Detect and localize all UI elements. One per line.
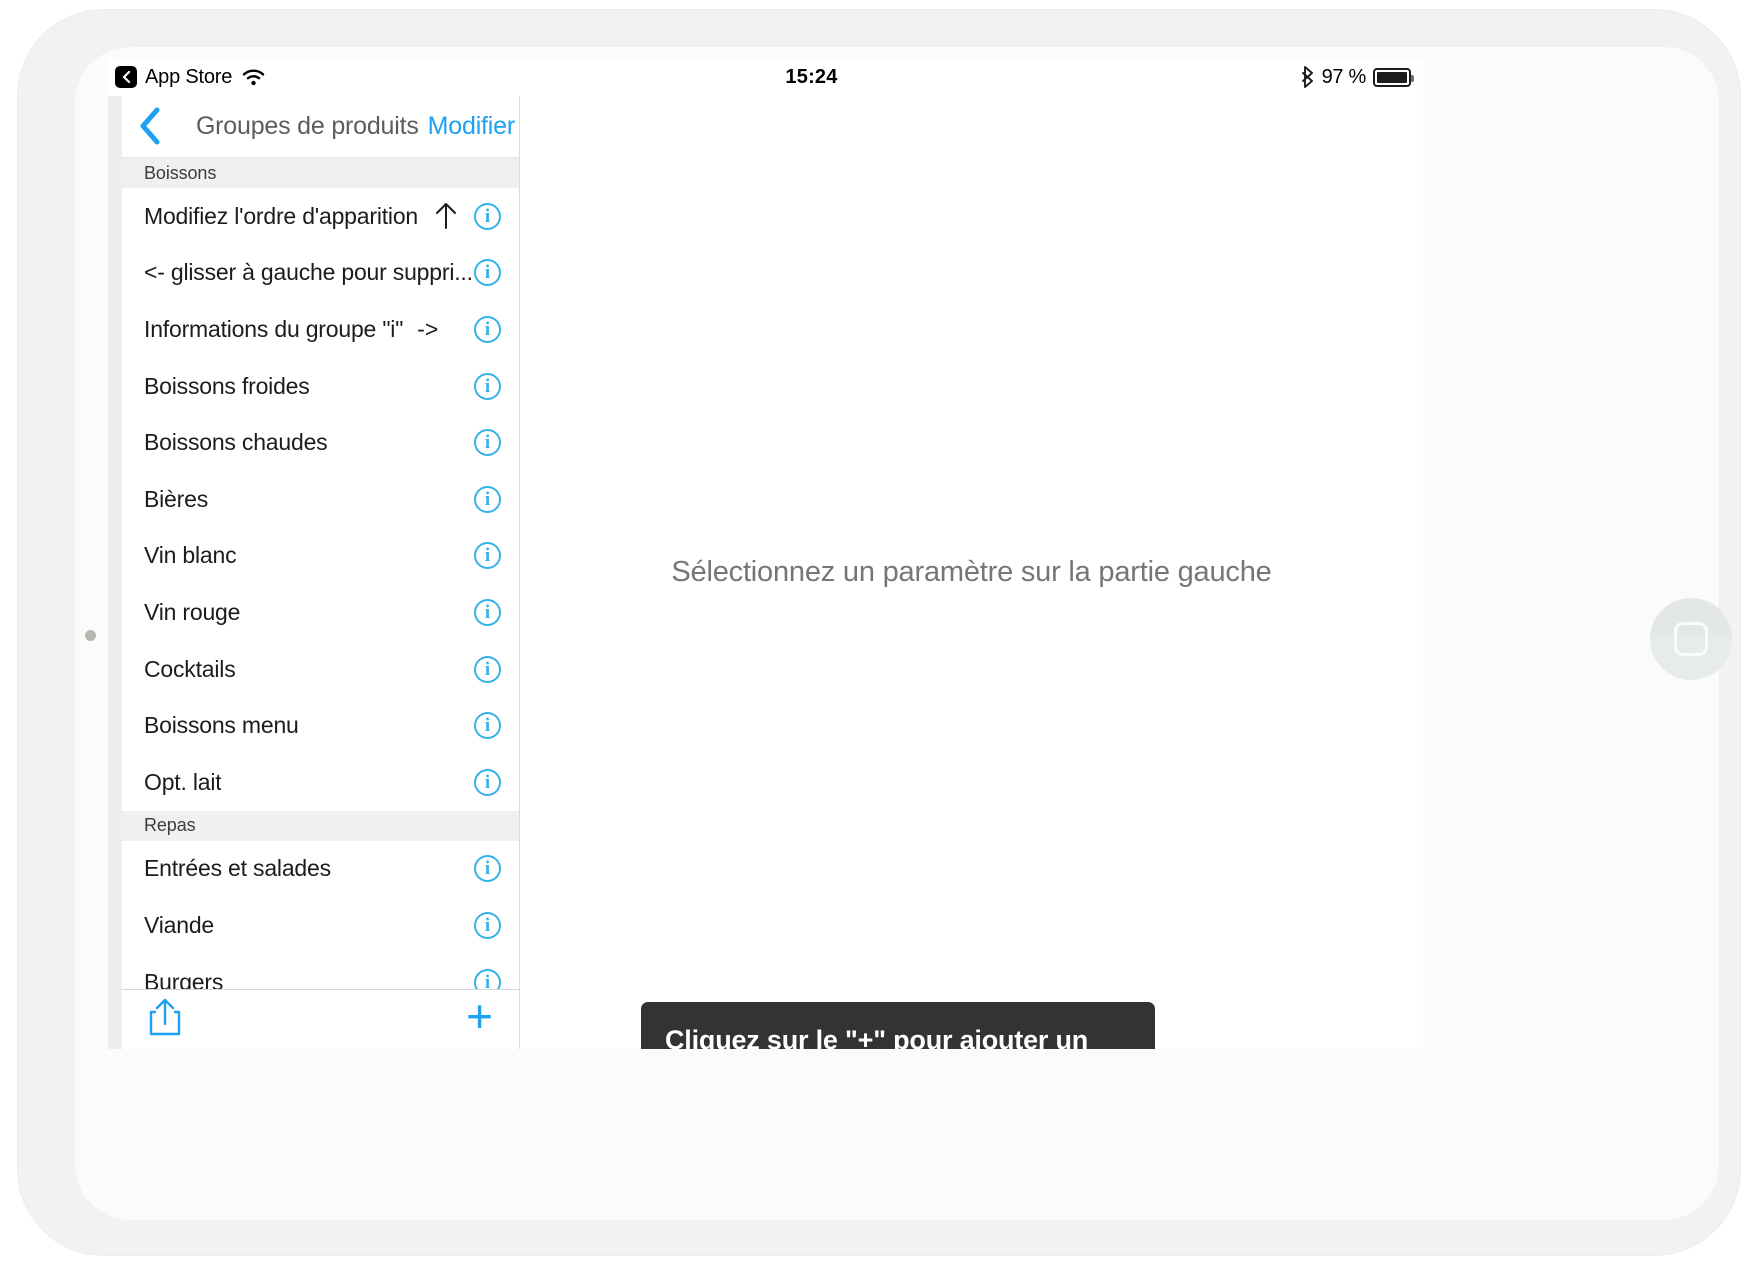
info-circle-icon[interactable]: i	[474, 598, 501, 626]
info-circle-icon[interactable]: i	[474, 968, 501, 989]
chevron-left-icon	[140, 107, 160, 144]
battery-nub	[1411, 75, 1414, 82]
split-view: Groupes de produits Modifier Boissons Mod…	[108, 96, 1423, 1049]
list-item[interactable]: Opt. lait i	[122, 753, 519, 811]
list-item-label: Viande	[144, 911, 215, 938]
list-item-label: <- glisser à gauche pour suppri...	[144, 259, 473, 286]
list-section-header: Boissons	[122, 158, 519, 188]
list-item-label: Informations du groupe "i"	[144, 315, 404, 342]
nav-back-button[interactable]	[122, 106, 180, 148]
battery-percent-label: 97 %	[1321, 65, 1367, 88]
camera-dot-icon	[85, 630, 96, 641]
arrow-up-icon	[436, 203, 456, 230]
status-bar-app-name: App Store	[145, 65, 233, 88]
list-item-label: Modifiez l'ordre d'apparition	[144, 202, 419, 229]
list-item[interactable]: <- glisser à gauche pour suppri... i	[122, 244, 519, 302]
list-item[interactable]: Cocktails i	[122, 640, 519, 698]
info-circle-icon[interactable]: i	[474, 768, 501, 796]
nav-title-wrap: Groupes de produits Modifier	[180, 112, 519, 141]
info-circle-icon[interactable]: i	[474, 712, 501, 740]
home-square-icon	[1674, 622, 1708, 656]
detail-placeholder-text: Sélectionnez un paramètre sur la partie …	[671, 556, 1272, 588]
info-circle-icon[interactable]: i	[474, 485, 501, 513]
list-item[interactable]: Viande i	[122, 897, 519, 954]
list-item-label: Boissons froides	[144, 372, 310, 399]
sidebar-bottom-toolbar: +	[122, 989, 519, 1049]
battery-fill	[1377, 71, 1407, 83]
info-circle-icon[interactable]: i	[474, 315, 501, 343]
info-circle-icon[interactable]: i	[474, 855, 501, 883]
screen-left-edge-strip	[108, 96, 122, 1049]
edit-button[interactable]: Modifier	[428, 112, 516, 141]
list-item-label: Opt. lait	[144, 768, 222, 795]
battery-full-icon	[1373, 67, 1414, 87]
info-circle-icon[interactable]: i	[474, 655, 501, 683]
info-circle-icon[interactable]: i	[474, 259, 501, 287]
info-circle-icon[interactable]: i	[474, 202, 501, 230]
tooltip-text: Cliquez sur le "+" pour ajouter un group…	[665, 1025, 1089, 1049]
list-item[interactable]: Informations du groupe "i" -> i	[122, 301, 519, 358]
product-groups-list[interactable]: Boissons Modifiez l'ordre d'apparition i <-…	[122, 158, 519, 989]
add-group-button[interactable]: +	[466, 993, 493, 1041]
info-circle-icon[interactable]: i	[474, 429, 501, 457]
tooltip-callout: Cliquez sur le "+" pour ajouter un group…	[641, 1002, 1155, 1049]
list-item-hint: ->	[417, 315, 439, 342]
list-item[interactable]: Vin blanc i	[122, 527, 519, 585]
info-circle-icon[interactable]: i	[474, 542, 501, 570]
list-item-label: Entrées et salades	[144, 855, 331, 882]
list-item[interactable]: Modifiez l'ordre d'apparition i	[122, 188, 519, 245]
list-item-label: Bières	[144, 485, 208, 512]
list-item[interactable]: Boissons froides i	[122, 357, 519, 415]
list-item[interactable]: Entrées et salades i	[122, 840, 519, 898]
status-bar-clock: 15:24	[785, 65, 838, 88]
chevron-left-icon[interactable]	[115, 66, 137, 88]
home-button[interactable]	[1650, 598, 1732, 680]
list-item[interactable]: Burgers i	[122, 953, 519, 989]
sidebar-nav-bar: Groupes de produits Modifier	[122, 96, 519, 158]
list-item-label: Boissons chaudes	[144, 429, 328, 456]
list-item[interactable]: Boissons menu i	[122, 697, 519, 754]
info-circle-icon[interactable]: i	[474, 372, 501, 400]
status-bar-right: 97 %	[1123, 66, 1423, 89]
list-item[interactable]: Boissons chaudes i	[122, 414, 519, 471]
detail-panel: Sélectionnez un paramètre sur la partie …	[520, 96, 1423, 1049]
status-bar-left: App Store	[108, 66, 520, 89]
sidebar-panel: Groupes de produits Modifier Boissons Mod…	[122, 96, 520, 1049]
list-item-label: Cocktails	[144, 655, 236, 682]
bluetooth-icon	[1301, 66, 1313, 88]
list-item-label: Vin rouge	[144, 598, 241, 625]
list-item-label: Vin blanc	[144, 542, 237, 569]
list-section-header: Repas	[122, 810, 519, 841]
list-item[interactable]: Bières i	[122, 470, 519, 528]
share-icon	[149, 998, 181, 1036]
wifi-icon	[242, 69, 265, 85]
tablet-screen: App Store 15:24 97 % Groupes de produits…	[108, 58, 1423, 1049]
list-item[interactable]: Vin rouge i	[122, 584, 519, 641]
share-button[interactable]	[148, 997, 182, 1042]
list-item-label: Boissons menu	[144, 712, 299, 739]
info-circle-icon[interactable]: i	[474, 911, 501, 939]
list-item-label: Burgers	[144, 968, 224, 989]
status-bar: App Store 15:24 97 %	[108, 58, 1423, 96]
page-title: Groupes de produits	[195, 112, 419, 140]
